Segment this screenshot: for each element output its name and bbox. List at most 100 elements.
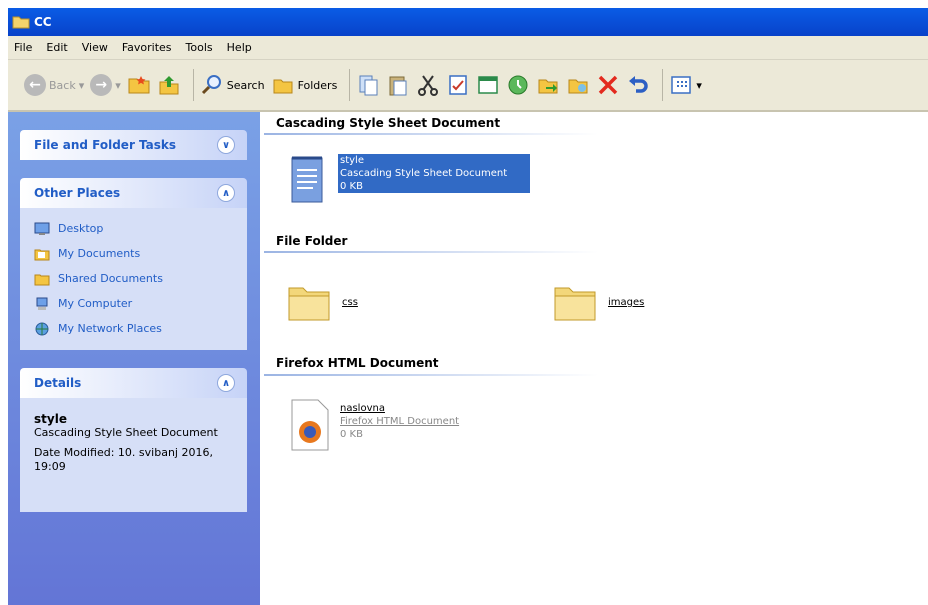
undo-button[interactable] <box>626 73 650 97</box>
folder-item-css[interactable]: css <box>286 278 358 324</box>
chevron-down-icon[interactable]: ∨ <box>217 136 235 154</box>
place-label: My Documents <box>58 247 141 260</box>
forward-button[interactable]: → ▾ <box>90 74 121 96</box>
file-list: Cascading Style Sheet Document style Cas… <box>262 112 928 605</box>
file-item-naslovna[interactable]: naslovna Firefox HTML Document 0 KB <box>290 398 459 452</box>
search-icon <box>201 75 221 95</box>
window-title: CC <box>34 15 52 29</box>
views-button[interactable]: ▾ <box>669 73 702 97</box>
panel-title: Details <box>34 376 82 390</box>
place-my-network-places[interactable]: My Network Places <box>34 316 233 341</box>
firefox-document-icon <box>291 399 329 451</box>
css-document-icon <box>291 156 323 203</box>
file-label-naslovna: naslovna Firefox HTML Document 0 KB <box>340 402 459 441</box>
search-label: Search <box>226 78 265 92</box>
search-button[interactable]: Search <box>200 73 265 97</box>
folder-icon <box>554 287 596 321</box>
place-desktop[interactable]: Desktop <box>34 216 233 241</box>
dropdown-arrow-icon: ▾ <box>78 78 85 92</box>
group-header-html: Firefox HTML Document <box>276 356 439 370</box>
folder-item-images[interactable]: images <box>552 278 644 324</box>
title-bar[interactable]: CC <box>8 8 928 36</box>
group-divider <box>264 133 598 135</box>
task-pane: File and Folder Tasks ∨ Other Places ∧ D… <box>8 112 260 605</box>
folder-name: css <box>342 297 358 308</box>
menu-bar: File Edit View Favorites Tools Help <box>8 36 928 60</box>
file-type: Cascading Style Sheet Document <box>340 168 508 179</box>
file-name: style <box>340 155 364 166</box>
place-label: Desktop <box>58 222 104 235</box>
menu-help[interactable]: Help <box>221 41 260 54</box>
place-label: Shared Documents <box>58 272 163 285</box>
up-button[interactable] <box>157 73 181 97</box>
group-header-folder: File Folder <box>276 234 348 248</box>
my-documents-icon <box>34 249 50 260</box>
file-name: naslovna <box>340 403 385 414</box>
folder-star-icon <box>128 76 150 94</box>
folder-sync-button[interactable] <box>127 73 151 97</box>
menu-tools[interactable]: Tools <box>180 41 221 54</box>
chevron-up-icon[interactable]: ∧ <box>217 374 235 392</box>
send-button[interactable] <box>536 73 560 97</box>
panel-title: Other Places <box>34 186 121 200</box>
menu-file[interactable]: File <box>8 41 40 54</box>
folders-button[interactable]: Folders <box>271 73 338 97</box>
folder-arrow-icon <box>538 79 558 94</box>
network-globe-icon <box>35 322 49 335</box>
cut-button[interactable] <box>416 73 440 97</box>
folders-icon <box>273 79 293 94</box>
views-grid-icon <box>671 76 692 94</box>
file-folder-tasks-panel: File and Folder Tasks ∨ <box>20 130 247 160</box>
menu-view[interactable]: View <box>76 41 116 54</box>
other-places-header[interactable]: Other Places ∧ <box>20 178 247 208</box>
forward-arrow-icon: → <box>90 74 113 96</box>
folder-icon <box>288 287 330 321</box>
back-button[interactable]: ← Back ▾ <box>24 74 84 96</box>
details-body: style Cascading Style Sheet Document Dat… <box>20 398 247 512</box>
file-size: 0 KB <box>340 429 363 440</box>
chevron-up-icon[interactable]: ∧ <box>217 184 235 202</box>
group-header-css: Cascading Style Sheet Document <box>276 116 501 130</box>
clipboard-icon <box>389 76 407 96</box>
view-window-button[interactable] <box>476 73 500 97</box>
move-to-button[interactable] <box>356 73 380 97</box>
folder-name: images <box>608 297 645 308</box>
history-button[interactable] <box>506 73 530 97</box>
panel-title: File and Folder Tasks <box>34 138 177 152</box>
folder-icon <box>12 16 30 29</box>
place-label: My Network Places <box>58 322 162 335</box>
window-icon <box>478 76 499 94</box>
menu-favorites[interactable]: Favorites <box>116 41 180 54</box>
properties-button[interactable] <box>446 73 470 97</box>
shared-folder-icon <box>34 274 50 285</box>
file-item-style[interactable]: style Cascading Style Sheet Document 0 K… <box>290 154 530 206</box>
group-divider <box>264 374 598 376</box>
details-panel: Details ∧ style Cascading Style Sheet Do… <box>20 368 247 512</box>
copy-to-button[interactable] <box>386 73 410 97</box>
delete-button[interactable] <box>596 73 620 97</box>
back-label: Back <box>49 78 76 92</box>
folder-share-icon <box>568 79 588 94</box>
undo-icon <box>629 76 648 93</box>
group-divider <box>264 251 598 253</box>
place-my-computer[interactable]: My Computer <box>34 291 233 316</box>
folders-label: Folders <box>297 78 338 92</box>
share-button[interactable] <box>566 73 590 97</box>
place-shared-documents[interactable]: Shared Documents <box>34 266 233 291</box>
file-type: Firefox HTML Document <box>340 416 460 427</box>
other-places-panel: Other Places ∧ Desktop My Documents Shar… <box>20 178 247 350</box>
other-places-body: Desktop My Documents Shared Documents My… <box>20 208 247 350</box>
details-header[interactable]: Details ∧ <box>20 368 247 398</box>
dropdown-arrow-icon: ▾ <box>696 78 702 92</box>
details-date-modified: Date Modified: 10. svibanj 2016, 19:09 <box>34 446 213 473</box>
toolbar-separator <box>192 69 194 101</box>
properties-icon <box>449 75 468 95</box>
file-folder-tasks-header[interactable]: File and Folder Tasks ∨ <box>20 130 247 160</box>
menu-edit[interactable]: Edit <box>40 41 75 54</box>
my-computer-icon <box>36 297 48 310</box>
clock-icon <box>508 75 528 95</box>
details-file-type: Cascading Style Sheet Document <box>34 426 218 439</box>
file-size: 0 KB <box>340 181 363 192</box>
dropdown-arrow-icon: ▾ <box>115 78 121 92</box>
place-my-documents[interactable]: My Documents <box>34 241 233 266</box>
